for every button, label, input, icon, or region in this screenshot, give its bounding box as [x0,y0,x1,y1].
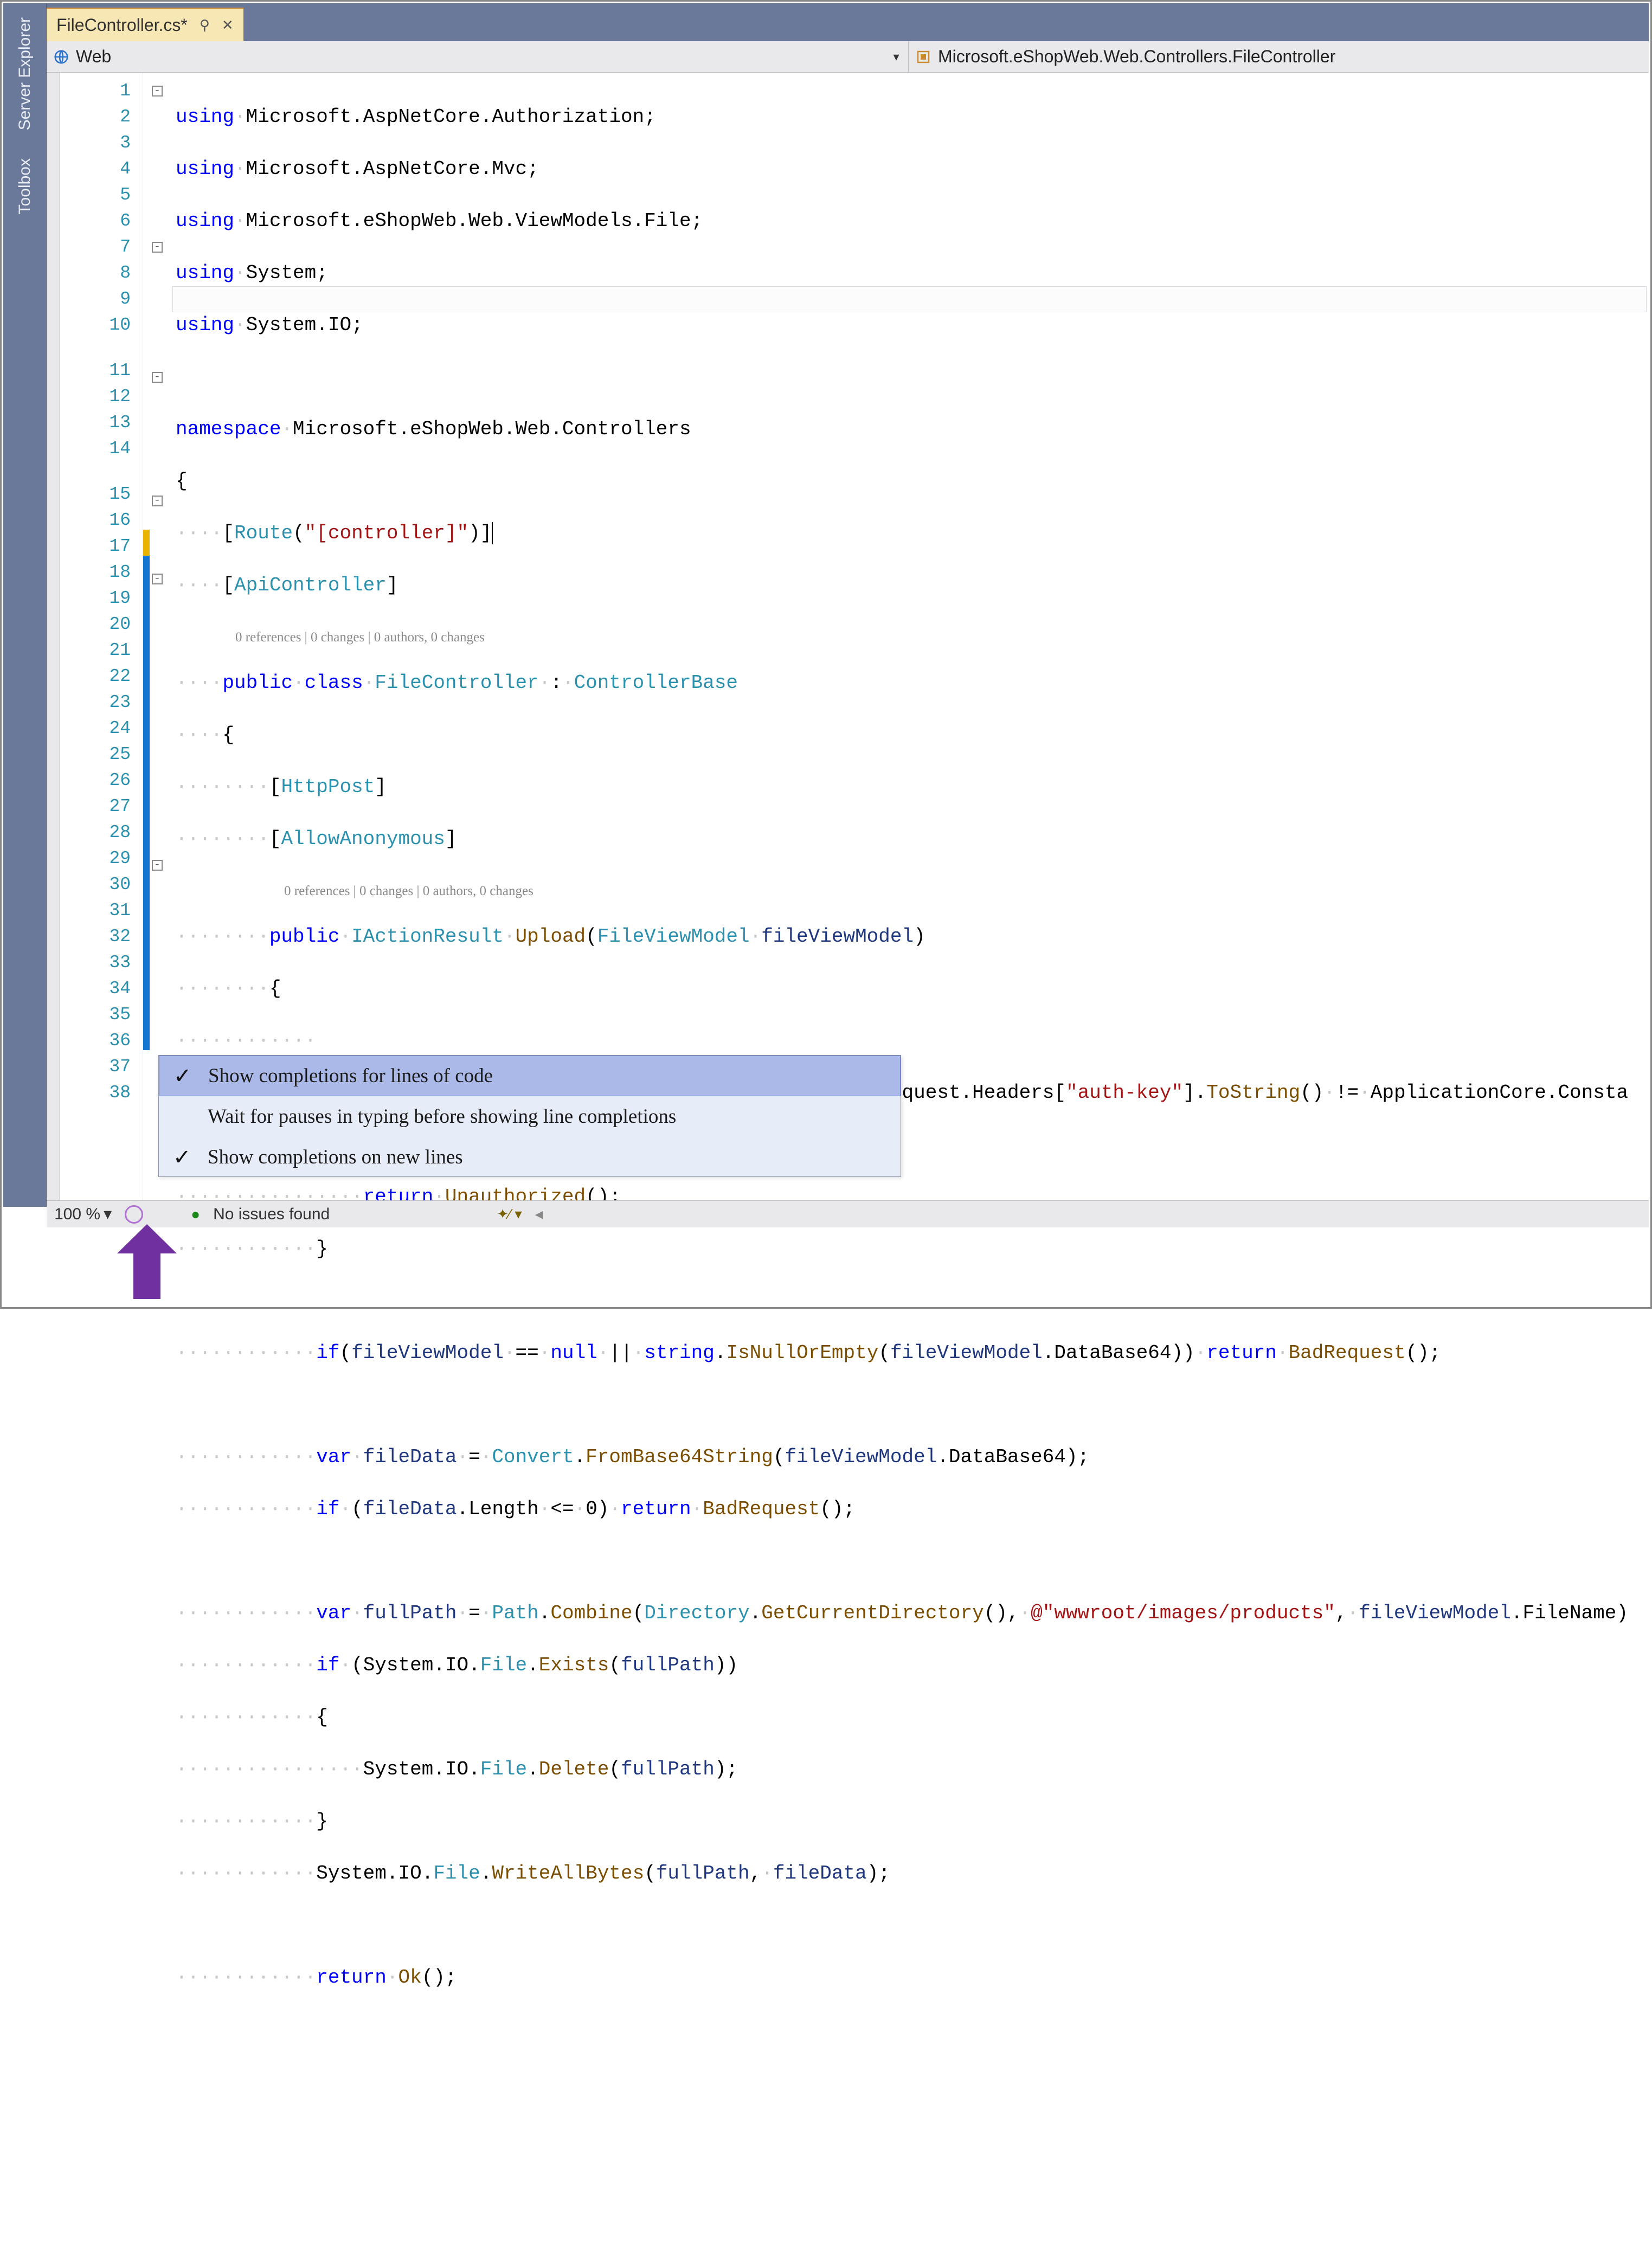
editor-status-bar: 100 % ▾ ● No issues found ✦⁄ ▾ ◂ [47,1200,1649,1227]
navigation-bar: Web ▾ Microsoft.eShopWeb.Web.Controllers… [47,41,1649,73]
line-number: 2 [60,104,131,130]
line-number: 29 [60,846,131,872]
menu-item-show-completions-newlines[interactable]: ✓ Show completions on new lines [159,1137,901,1178]
line-number-gutter: 1 2 3 4 5 6 7 8 9 10 11 12 13 14 15 16 1… [60,73,143,1200]
line-number: 21 [60,638,131,664]
line-number: 37 [60,1054,131,1080]
outlining-margin: - - - - - - [151,73,168,1200]
collapse-toggle-icon[interactable]: - [152,242,163,253]
pin-icon[interactable]: ⚲ [200,17,210,34]
line-number: 9 [60,286,131,312]
line-number: 8 [60,260,131,286]
collapse-toggle-icon[interactable]: - [152,372,163,383]
line-number: 7 [60,234,131,260]
server-explorer-tab[interactable]: Server Explorer [16,9,34,139]
code-cleanup-icon[interactable]: ✦⁄ ▾ [497,1206,522,1223]
zoom-level[interactable]: 100 % ▾ [54,1205,112,1224]
collapse-toggle-icon[interactable]: - [152,86,163,97]
line-number: 12 [60,384,131,410]
line-number: 13 [60,410,131,436]
line-number: 15 [60,481,131,507]
line-number: 16 [60,507,131,533]
line-number: 34 [60,976,131,1002]
intellicode-icon[interactable] [125,1205,143,1224]
intellicode-options-menu: ✓ Show completions for lines of code Wai… [158,1055,901,1177]
document-tab-title: FileController.cs* [56,15,188,35]
class-icon [914,48,933,66]
indicator-margin [47,73,60,1200]
change-tracking-margin [143,73,151,1200]
collapse-toggle-icon[interactable]: - [152,860,163,871]
line-number: 23 [60,690,131,716]
code-editor[interactable]: ◑↑ 1 2 3 4 5 6 7 8 9 10 11 12 13 14 15 1… [47,73,1649,1200]
document-tab[interactable]: FileController.cs* ⚲ ✕ [47,8,243,41]
line-number: 19 [60,586,131,612]
line-number: 25 [60,742,131,768]
line-number: 26 [60,768,131,794]
menu-item-wait-pauses[interactable]: Wait for pauses in typing before showing… [159,1096,901,1137]
line-number: 27 [60,794,131,820]
project-name: Web [76,47,111,67]
line-number: 28 [60,820,131,846]
line-number: 33 [60,950,131,976]
check-icon: ✓ [173,1144,191,1170]
menu-item-label: Show completions for lines of code [208,1064,493,1088]
line-number: 18 [60,559,131,586]
line-number: 6 [60,208,131,234]
line-number: 20 [60,612,131,638]
line-number: 5 [60,182,131,208]
line-number: 36 [60,1028,131,1054]
toolbox-tab[interactable]: Toolbox [16,150,34,223]
line-number: 1 [60,78,131,104]
line-number: 11 [60,358,131,384]
web-project-icon [52,48,70,66]
line-number: 35 [60,1002,131,1028]
check-icon: ✓ [173,1063,192,1089]
line-number: 32 [60,924,131,950]
collapse-toggle-icon[interactable]: - [152,574,163,584]
line-number: 22 [60,664,131,690]
menu-item-show-completions-lines[interactable]: ✓ Show completions for lines of code [159,1056,901,1096]
menu-item-label: Show completions on new lines [208,1146,463,1169]
line-number: 17 [60,533,131,559]
collapse-toggle-icon[interactable]: - [152,496,163,506]
line-number: 38 [60,1080,131,1106]
line-number: 31 [60,898,131,924]
line-number: 30 [60,872,131,898]
line-number: 14 [60,436,131,462]
nav-back-icon[interactable]: ◂ [535,1205,557,1224]
document-tab-strip: FileController.cs* ⚲ ✕ [47,3,1649,41]
chevron-down-icon[interactable]: ▾ [104,1205,112,1224]
tool-window-rail: Server Explorer Toolbox [3,3,47,1207]
menu-item-label: Wait for pauses in typing before showing… [208,1105,676,1128]
line-number: 4 [60,156,131,182]
type-dropdown[interactable]: Microsoft.eShopWeb.Web.Controllers.FileC… [909,41,1649,72]
project-dropdown[interactable]: Web ▾ [47,41,909,72]
issues-status[interactable]: No issues found [213,1205,330,1224]
check-circle-icon: ● [191,1206,200,1223]
line-number: 10 [60,312,131,338]
line-number: 3 [60,130,131,156]
chevron-down-icon[interactable]: ▾ [889,50,904,64]
type-name: Microsoft.eShopWeb.Web.Controllers.FileC… [938,47,1335,67]
line-number: 24 [60,716,131,742]
annotation-arrow-icon [117,1224,177,1299]
close-icon[interactable]: ✕ [222,17,234,34]
